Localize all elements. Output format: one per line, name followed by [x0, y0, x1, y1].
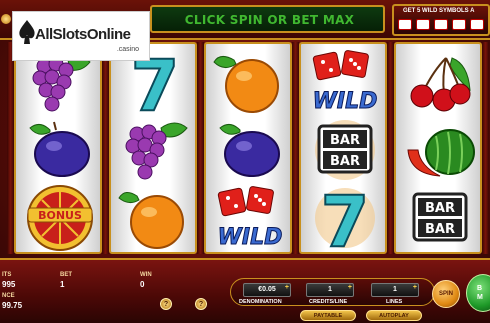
spade-logo-icon — [19, 20, 35, 44]
credits-value: 995 — [2, 280, 16, 289]
reel-separator — [387, 42, 394, 254]
bar-text: BAR — [425, 201, 455, 216]
reel-5: BAR BAR — [394, 42, 482, 254]
paytable-label: PAYTABLE — [313, 313, 343, 319]
orange-icon — [213, 56, 279, 113]
reel-separator — [292, 42, 299, 254]
bar-bar-icon: BAR BAR — [412, 192, 468, 242]
message-box: CLICK SPIN OR BET MAX — [150, 5, 385, 33]
bet-settings-panel: €0.05 + DENOMINATION 1 + CREDITS/LINE 1 … — [230, 278, 435, 306]
autoplay-button[interactable]: AUTOPLAY — [366, 310, 422, 321]
cherries-icon — [410, 57, 471, 112]
credits-line-selector[interactable]: 1 + — [306, 283, 354, 297]
lines-value: 1 — [393, 286, 397, 293]
reel-separator — [482, 42, 489, 254]
mini-dice-icon — [416, 19, 430, 30]
max-bet-label: B M — [477, 285, 483, 301]
reel-4: WILD BAR BAR 7 — [299, 42, 387, 254]
bonus-text: BONUS — [38, 209, 82, 222]
reel-separator — [7, 42, 14, 254]
grapes-icon — [125, 122, 188, 180]
logo-text: AllSlotsOnline — [35, 26, 131, 43]
reel-separator — [102, 42, 109, 254]
plus-icon: + — [284, 284, 289, 291]
bet-label: BET — [60, 272, 72, 278]
dice-wild-icon: WILD — [312, 50, 378, 115]
denomination-value: €0.05 — [258, 286, 276, 293]
message-text: CLICK SPIN OR BET MAX — [184, 13, 355, 27]
dice-wild-icon: WILD — [217, 186, 283, 251]
balance-label: NCE — [2, 293, 15, 299]
coin-icon — [1, 14, 11, 24]
help-button[interactable]: ? — [160, 298, 172, 310]
autoplay-label: AUTOPLAY — [379, 313, 409, 319]
settings-button[interactable]: ? — [195, 298, 207, 310]
bar-text: BAR — [425, 222, 455, 237]
site-logo: AllSlotsOnline .casino — [12, 11, 150, 61]
seven-text: 7 — [321, 184, 370, 252]
bonus-info-box: GET 5 WILD SYMBOLS A — [392, 4, 490, 36]
denomination-label: DENOMINATION — [239, 299, 282, 305]
balance-value: 99.75 — [2, 301, 23, 310]
win-label: WIN — [140, 272, 152, 278]
credits-line-label: CREDITS/LINE — [309, 299, 348, 305]
mini-dice-icon — [434, 19, 448, 30]
paytable-button[interactable]: PAYTABLE — [300, 310, 356, 321]
settings-icon: ? — [198, 301, 204, 308]
wild-text: WILD — [313, 89, 378, 114]
control-panel: ITS 995 NCE 99.75 BET 1 WIN 0 ? ? €0.05 … — [0, 258, 490, 323]
bar-text: BAR — [330, 154, 360, 169]
bonus-info-text: GET 5 WILD SYMBOLS A — [403, 8, 475, 14]
spin-button[interactable]: SPIN — [432, 280, 460, 308]
bar-text: BAR — [330, 133, 360, 148]
lines-selector[interactable]: 1 + — [371, 283, 419, 297]
credits-label: ITS — [2, 272, 12, 278]
help-icon: ? — [163, 301, 169, 308]
plum-icon — [29, 121, 90, 177]
credits-line-value: 1 — [328, 286, 332, 293]
mini-dice-icon — [452, 19, 466, 30]
win-value: 0 — [140, 280, 145, 289]
reel-separator — [197, 42, 204, 254]
reel-3: WILD — [204, 42, 292, 254]
reel-1: BONUS — [14, 42, 102, 254]
reel-area: BONUS 7 WILD WILD BAR BAR 7 BAR BAR — [7, 42, 490, 257]
lines-label: LINES — [386, 299, 403, 305]
plus-icon: + — [347, 284, 352, 291]
mini-dice-icon — [470, 19, 484, 30]
slot-machine: CLICK SPIN OR BET MAX GET 5 WILD SYMBOLS… — [0, 0, 490, 323]
bet-value: 1 — [60, 280, 65, 289]
mini-dice-icon — [398, 19, 412, 30]
watermelon-icon — [407, 129, 475, 177]
orange-icon — [118, 192, 184, 249]
bonus-wheel-icon: BONUS — [27, 185, 93, 251]
plus-icon: + — [412, 284, 417, 291]
spin-label: SPIN — [438, 291, 453, 297]
plum-icon — [219, 124, 280, 177]
max-bet-button[interactable]: B M — [466, 274, 490, 312]
reel-2: 7 — [109, 42, 197, 254]
denomination-selector[interactable]: €0.05 + — [243, 283, 291, 297]
logo-subtext: .casino — [116, 46, 139, 53]
wild-text: WILD — [218, 225, 283, 250]
bar-bar-icon: BAR BAR — [315, 120, 375, 180]
seven-icon: 7 — [315, 184, 375, 252]
